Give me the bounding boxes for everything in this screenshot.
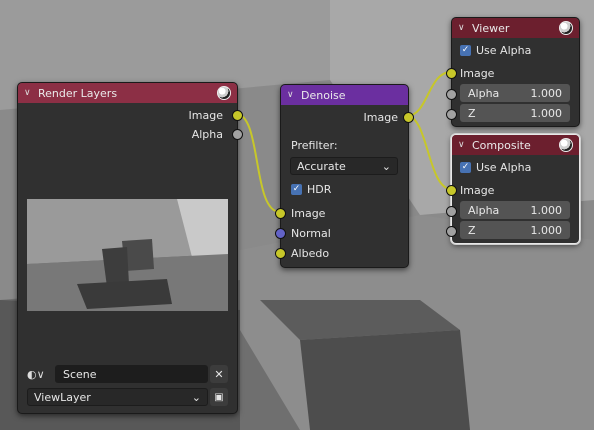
input-image-label: Image — [460, 66, 495, 80]
input-albedo-socket[interactable] — [275, 248, 286, 259]
view-layer-row: ViewLayer ⌄ ▣ — [27, 387, 228, 407]
render-layer-icon[interactable]: ▣ — [210, 388, 228, 406]
z-label: Z — [468, 223, 476, 237]
chevron-down-icon[interactable]: ∨ — [458, 140, 472, 150]
alpha-label: Alpha — [468, 203, 500, 217]
prefilter-label: Prefilter: — [291, 138, 338, 152]
output-alpha-row: Alpha — [192, 124, 223, 144]
hdr-label: HDR — [307, 182, 332, 196]
hdr-checkbox[interactable]: ✓ — [291, 183, 302, 195]
render-preview-image — [27, 199, 228, 311]
input-normal-row: Normal — [291, 223, 331, 243]
output-image-socket[interactable] — [232, 110, 243, 121]
scene-name: Scene — [63, 367, 97, 381]
input-image-socket[interactable] — [275, 208, 286, 219]
chevron-down-icon: ⌄ — [191, 390, 201, 404]
input-image-row: Image — [291, 203, 325, 223]
input-z-socket[interactable] — [446, 226, 457, 237]
close-icon[interactable]: ✕ — [210, 365, 228, 383]
use-alpha-label: Use Alpha — [476, 160, 532, 174]
output-alpha-label: Alpha — [191, 127, 223, 141]
viewer-node[interactable]: ∨ Viewer ✓ Use Alpha Image Alpha 1.000 Z… — [446, 17, 580, 127]
input-alpha-socket[interactable] — [446, 89, 457, 100]
alpha-label: Alpha — [468, 86, 500, 100]
composite-header[interactable]: ∨ Composite — [452, 135, 579, 155]
input-normal-socket[interactable] — [275, 228, 286, 239]
render-layers-node[interactable]: ∨ Render Layers Image Alpha ◐∨ Scene ✕ V… — [17, 82, 243, 414]
prefilter-value: Accurate — [297, 159, 346, 173]
alpha-field[interactable]: Alpha 1.000 — [460, 201, 570, 219]
scene-row: ◐∨ Scene ✕ — [27, 364, 228, 384]
view-layer-dropdown[interactable]: ViewLayer ⌄ — [27, 388, 208, 406]
render-layers-header[interactable]: ∨ Render Layers — [18, 83, 237, 103]
node-title: Denoise — [301, 88, 346, 102]
scene-field[interactable]: Scene — [55, 365, 208, 383]
input-image-row: Image — [460, 63, 494, 83]
use-alpha-checkbox[interactable]: ✓ — [460, 161, 471, 173]
input-image-socket[interactable] — [446, 68, 457, 79]
alpha-value: 1.000 — [530, 203, 563, 217]
node-title: Render Layers — [38, 86, 118, 100]
use-alpha-label: Use Alpha — [476, 43, 532, 57]
z-field[interactable]: Z 1.000 — [460, 221, 570, 239]
input-image-label: Image — [460, 183, 495, 197]
use-alpha-checkbox[interactable]: ✓ — [460, 44, 471, 56]
z-value: 1.000 — [530, 223, 563, 237]
input-normal-label: Normal — [291, 226, 331, 240]
view-layer-name: ViewLayer — [34, 390, 91, 404]
input-alpha-socket[interactable] — [446, 206, 457, 217]
z-field[interactable]: Z 1.000 — [460, 104, 570, 122]
output-image-label: Image — [188, 108, 223, 122]
hdr-row[interactable]: ✓ HDR — [291, 179, 331, 199]
output-image-label: Image — [363, 110, 398, 124]
z-label: Z — [468, 106, 476, 120]
chevron-down-icon[interactable]: ∨ — [458, 23, 472, 33]
input-image-label: Image — [291, 206, 326, 220]
output-image-socket[interactable] — [403, 112, 414, 123]
chevron-down-icon[interactable]: ∨ — [24, 88, 38, 98]
scene-icon[interactable]: ◐∨ — [27, 368, 55, 381]
chevron-down-icon[interactable]: ∨ — [287, 90, 301, 100]
denoise-header[interactable]: ∨ Denoise — [281, 85, 408, 105]
output-image-row: Image — [364, 107, 398, 127]
input-albedo-label: Albedo — [291, 246, 330, 260]
node-title: Viewer — [472, 21, 510, 35]
input-image-socket[interactable] — [446, 185, 457, 196]
prefilter-dropdown[interactable]: Accurate ⌄ — [290, 157, 398, 175]
output-image-row: Image — [189, 105, 223, 125]
z-value: 1.000 — [530, 106, 563, 120]
output-alpha-socket[interactable] — [232, 129, 243, 140]
node-title: Composite — [472, 138, 531, 152]
preview-toggle-icon[interactable] — [217, 86, 231, 100]
preview-toggle-icon[interactable] — [559, 21, 573, 35]
use-alpha-row[interactable]: ✓ Use Alpha — [460, 40, 531, 60]
use-alpha-row[interactable]: ✓ Use Alpha — [460, 157, 531, 177]
input-albedo-row: Albedo — [291, 243, 329, 263]
input-z-socket[interactable] — [446, 109, 457, 120]
input-image-row: Image — [460, 180, 494, 200]
alpha-field[interactable]: Alpha 1.000 — [460, 84, 570, 102]
chevron-down-icon: ⌄ — [381, 159, 391, 173]
prefilter-label-row: Prefilter: — [291, 135, 338, 155]
denoise-node[interactable]: ∨ Denoise Image Prefilter: Accurate ⌄ ✓ … — [275, 84, 414, 268]
preview-toggle-icon[interactable] — [559, 138, 573, 152]
alpha-value: 1.000 — [530, 86, 563, 100]
viewer-header[interactable]: ∨ Viewer — [452, 18, 579, 38]
composite-node[interactable]: ∨ Composite ✓ Use Alpha Image Alpha 1.00… — [446, 134, 580, 244]
